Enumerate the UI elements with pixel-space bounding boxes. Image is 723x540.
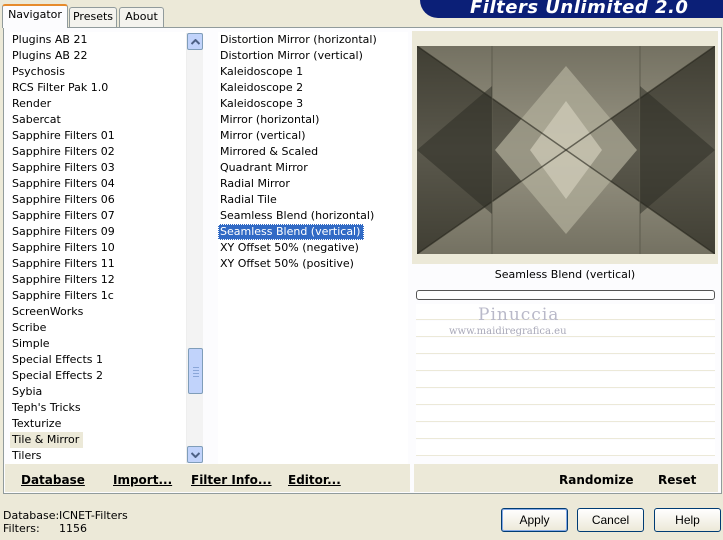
tab-label: About xyxy=(125,10,158,23)
title-banner: Filters Unlimited 2.0 xyxy=(420,0,723,18)
reset-button[interactable]: Reset xyxy=(658,473,696,487)
parameter-row[interactable] xyxy=(416,372,715,388)
filter-list-item[interactable]: Mirrored & Scaled xyxy=(218,144,318,160)
filter-list-item[interactable]: Seamless Blend (horizontal) xyxy=(218,208,374,224)
filter-preview-image xyxy=(417,46,715,254)
category-list[interactable]: Plugins AB 21 Plugins AB 22 Psychosis RCS F… xyxy=(10,32,186,464)
progress-bar xyxy=(416,290,715,300)
category-list-item[interactable]: ScreenWorks xyxy=(10,304,83,320)
banner-title: Filters Unlimited 2.0 xyxy=(470,0,689,18)
category-list-item[interactable]: Sapphire Filters 12 xyxy=(10,272,115,288)
apply-button[interactable]: Apply xyxy=(501,508,568,532)
filter-list-item[interactable]: Quadrant Mirror xyxy=(218,160,308,176)
category-list-item[interactable]: Sapphire Filters 01 xyxy=(10,128,115,144)
category-list-item[interactable]: Sapphire Filters 11 xyxy=(10,256,115,272)
category-list-item[interactable]: Sapphire Filters 03 xyxy=(10,160,115,176)
category-list-item[interactable]: Sapphire Filters 04 xyxy=(10,176,115,192)
filter-list-item[interactable]: Mirror (horizontal) xyxy=(218,112,319,128)
scroll-up-button[interactable] xyxy=(187,33,203,50)
category-list-item[interactable]: Sapphire Filters 02 xyxy=(10,144,115,160)
category-list-item[interactable]: Sybia xyxy=(10,384,42,400)
filter-list-item[interactable]: Distortion Mirror (vertical) xyxy=(218,48,363,64)
tab-label: Presets xyxy=(72,10,114,23)
database-button[interactable]: Database xyxy=(21,473,85,487)
parameter-row[interactable] xyxy=(416,440,715,456)
category-list-item[interactable]: Teph's Tricks xyxy=(10,400,81,416)
filter-list-item[interactable]: Radial Mirror xyxy=(218,176,290,192)
category-list-item[interactable]: Special Effects 1 xyxy=(10,352,103,368)
filter-list-item[interactable]: XY Offset 50% (negative) xyxy=(218,240,359,256)
randomize-button[interactable]: Randomize xyxy=(559,473,633,487)
tab-navigator[interactable]: Navigator xyxy=(2,4,68,28)
category-list-item[interactable]: Special Effects 2 xyxy=(10,368,103,384)
filter-info-button[interactable]: Filter Info... xyxy=(191,473,272,487)
category-list-item[interactable]: Plugins AB 21 xyxy=(10,32,87,48)
category-list-item[interactable]: RCS Filter Pak 1.0 xyxy=(10,80,108,96)
parameter-row[interactable] xyxy=(416,355,715,371)
editor-button[interactable]: Editor... xyxy=(288,473,341,487)
filter-list-item[interactable]: Distortion Mirror (horizontal) xyxy=(218,32,377,48)
filter-list-item[interactable]: Kaleidoscope 3 xyxy=(218,96,303,112)
filter-list[interactable]: Distortion Mirror (horizontal) Distortion… xyxy=(218,32,408,464)
parameter-row[interactable] xyxy=(416,406,715,422)
category-list-item[interactable]: Sapphire Filters 10 xyxy=(10,240,115,256)
parameter-row[interactable] xyxy=(416,338,715,354)
category-list-item[interactable]: Render xyxy=(10,96,51,112)
scroll-down-button[interactable] xyxy=(187,446,203,463)
category-scrollbar[interactable] xyxy=(186,33,203,463)
category-list-item[interactable]: Scribe xyxy=(10,320,46,336)
watermark-name: Pinuccia xyxy=(478,305,560,325)
filter-list-item[interactable]: Kaleidoscope 1 xyxy=(218,64,303,80)
filter-list-item[interactable]: Seamless Blend (vertical) xyxy=(218,224,365,240)
watermark-site: www.maidiregrafica.eu xyxy=(449,326,567,337)
category-list-item[interactable]: Sapphire Filters 09 xyxy=(10,224,115,240)
tab-presets[interactable]: Presets xyxy=(69,7,117,27)
category-list-item[interactable]: Sapphire Filters 06 xyxy=(10,192,115,208)
help-button[interactable]: Help xyxy=(654,508,721,532)
filter-list-item[interactable]: Radial Tile xyxy=(218,192,277,208)
category-list-item[interactable]: Sabercat xyxy=(10,112,61,128)
chevron-up-icon xyxy=(190,38,200,45)
category-list-item[interactable]: Tilers xyxy=(10,448,42,464)
category-list-item[interactable]: Sapphire Filters 07 xyxy=(10,208,115,224)
preview-caption: Seamless Blend (vertical) xyxy=(494,268,636,281)
category-list-item[interactable]: Tile & Mirror xyxy=(10,432,84,448)
parameter-row[interactable] xyxy=(416,389,715,405)
category-list-item[interactable]: Texturize xyxy=(10,416,61,432)
status-database-value: ICNET-Filters xyxy=(59,509,128,522)
scroll-thumb[interactable] xyxy=(188,347,203,394)
filter-list-item[interactable]: XY Offset 50% (positive) xyxy=(218,256,354,272)
parameter-row[interactable] xyxy=(416,304,715,320)
chevron-down-icon xyxy=(190,451,200,458)
category-list-item[interactable]: Psychosis xyxy=(10,64,65,80)
category-list-item[interactable]: Simple xyxy=(10,336,50,352)
status-database-label: Database: xyxy=(3,509,60,522)
import-button[interactable]: Import... xyxy=(113,473,172,487)
filter-list-item[interactable]: Kaleidoscope 2 xyxy=(218,80,303,96)
category-list-item[interactable]: Sapphire Filters 1c xyxy=(10,288,114,304)
filter-list-item[interactable]: Mirror (vertical) xyxy=(218,128,306,144)
cancel-button[interactable]: Cancel xyxy=(577,508,644,532)
parameter-row[interactable] xyxy=(416,423,715,439)
category-list-item[interactable]: Plugins AB 22 xyxy=(10,48,87,64)
status-filters-value: 1156 xyxy=(59,522,87,535)
tab-about[interactable]: About xyxy=(119,7,164,27)
tab-label: Navigator xyxy=(8,8,62,21)
status-filters-label: Filters: xyxy=(3,522,40,535)
